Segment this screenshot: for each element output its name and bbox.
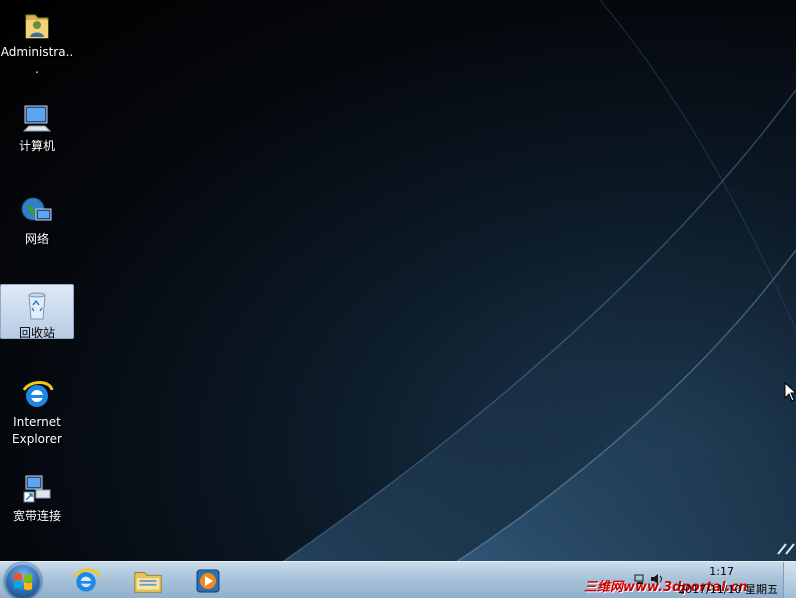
corner-mark-icon bbox=[777, 543, 795, 555]
windows-logo-icon bbox=[14, 572, 32, 591]
desktop: Administra... 计算机 网络 回收站 Internet Explor… bbox=[0, 0, 796, 598]
show-desktop-button[interactable] bbox=[783, 562, 796, 598]
taskbar-media-player-button[interactable] bbox=[186, 564, 230, 598]
desktop-icon-computer[interactable]: 计算机 bbox=[0, 98, 74, 155]
taskbar-file-explorer-button[interactable] bbox=[126, 564, 170, 598]
desktop-icon-label: Internet Explorer bbox=[12, 415, 62, 446]
internet-explorer-icon bbox=[73, 568, 101, 592]
ie-icon bbox=[22, 381, 54, 407]
mouse-cursor-icon bbox=[784, 382, 796, 402]
desktop-icon-administrator[interactable]: Administra... bbox=[0, 4, 74, 78]
taskbar-internet-explorer-button[interactable] bbox=[64, 564, 108, 598]
volume-icon[interactable] bbox=[650, 573, 664, 585]
wallpaper bbox=[229, 0, 796, 598]
desktop-icon-label: 回收站 bbox=[18, 326, 55, 340]
desktop-icon-broadband-connection[interactable]: 宽带连接 bbox=[0, 468, 74, 525]
desktop-icon-recycle-bin[interactable]: 回收站 bbox=[0, 284, 74, 340]
clock-date[interactable]: 2017/11/10 星期五 bbox=[678, 581, 778, 597]
network-tray-icon[interactable] bbox=[634, 573, 646, 585]
desktop-icon-label: Administra... bbox=[0, 45, 74, 76]
start-button[interactable] bbox=[5, 563, 41, 598]
taskbar: 三维网www.3dportal.cn 1:17 2017/11/10 星期五 bbox=[0, 561, 796, 598]
desktop-icon-label: 宽带连接 bbox=[12, 509, 61, 523]
user-folder-icon bbox=[25, 14, 49, 39]
computer-icon bbox=[22, 105, 52, 132]
desktop-icon-label: 网络 bbox=[24, 232, 49, 246]
network-icon bbox=[21, 197, 52, 221]
desktop-icon-label: 计算机 bbox=[18, 139, 55, 153]
file-explorer-icon bbox=[134, 572, 162, 593]
clock-time[interactable]: 1:17 bbox=[709, 565, 734, 578]
system-tray: 三维网www.3dportal.cn 1:17 2017/11/10 星期五 bbox=[566, 562, 796, 598]
desktop-icon-network[interactable]: 网络 bbox=[0, 191, 74, 248]
media-player-icon bbox=[196, 569, 220, 593]
desktop-icon-internet-explorer[interactable]: Internet Explorer bbox=[0, 374, 74, 448]
broadband-connection-icon bbox=[23, 475, 51, 503]
recycle-bin-icon bbox=[28, 292, 46, 320]
